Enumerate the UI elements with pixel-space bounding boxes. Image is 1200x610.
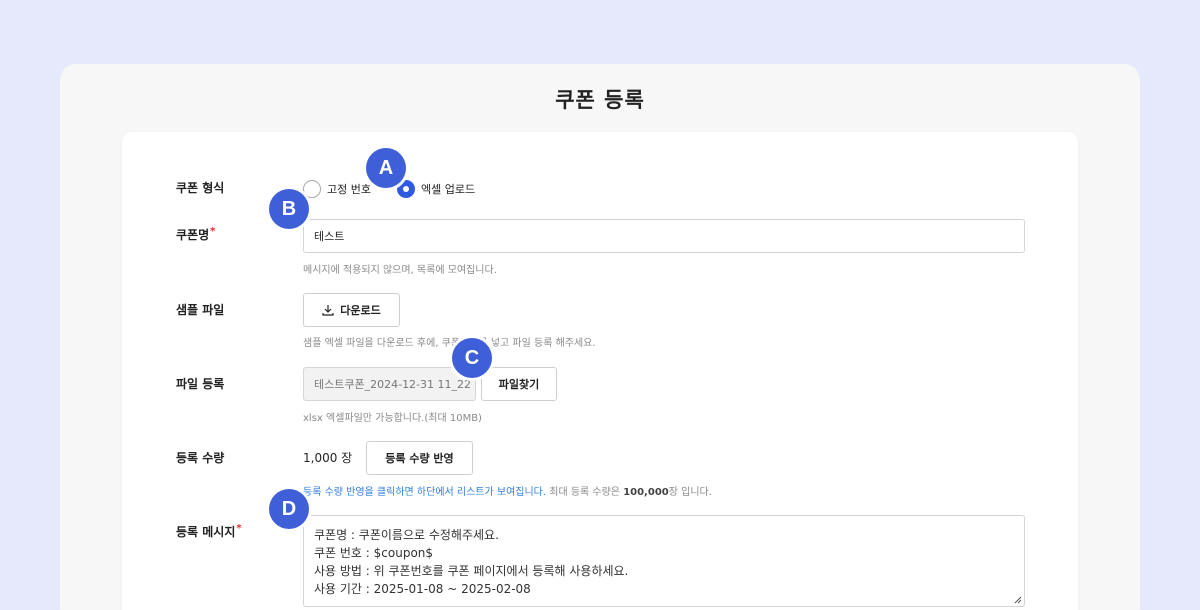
sample-file-help: 샘플 엑셀 파일을 다운로드 후에, 쿠폰번호를 넣고 파일 등록 해주세요. — [303, 338, 596, 349]
register-qty-label: 등록 수량 — [176, 451, 225, 465]
register-qty-help-link: 등록 수량 반영을 클릭하면 하단에서 리스트가 보여집니다. — [303, 487, 547, 498]
file-name-field: 테스트쿠폰_2024-12-31 11_22 — [303, 367, 476, 401]
coupon-name-help: 메시지에 적용되지 않으며, 목록에 모여집니다. — [303, 265, 497, 276]
radio-excel-upload[interactable] — [397, 180, 415, 198]
resize-handle-icon[interactable] — [1014, 596, 1022, 604]
required-mark: * — [210, 226, 216, 237]
find-file-button[interactable]: 파일찾기 — [481, 367, 557, 401]
page-title: 쿠폰 등록 — [555, 88, 645, 112]
download-button[interactable]: 다운로드 — [303, 293, 400, 327]
radio-fixed-number-label[interactable]: 고정 번호 — [327, 181, 371, 197]
register-qty-value: 1,000 장 — [303, 451, 353, 465]
download-icon — [322, 305, 334, 316]
file-register-label: 파일 등록 — [176, 377, 225, 391]
badge-c: C — [452, 338, 492, 378]
coupon-name-label: 쿠폰명* — [176, 226, 216, 242]
message-line: 쿠폰 번호 : $coupon$ — [314, 546, 434, 560]
badge-a: A — [366, 148, 406, 188]
sample-file-label: 샘플 파일 — [176, 303, 225, 317]
file-register-help: xlsx 엑셀파일만 가능합니다.(최대 10MB) — [303, 413, 482, 424]
badge-b: B — [269, 189, 309, 229]
message-line: 사용 방법 : 위 쿠폰번호를 쿠폰 페이지에서 등록해 사용하세요. — [314, 564, 629, 578]
badge-d: D — [269, 489, 309, 529]
radio-excel-upload-label[interactable]: 엑셀 업로드 — [421, 181, 475, 197]
message-line: 사용 기간 : 2025-01-08 ~ 2025-02-08 — [314, 582, 531, 596]
download-button-label: 다운로드 — [340, 304, 381, 317]
message-line: 쿠폰명 : 쿠폰이름으로 수정해주세요. — [314, 528, 499, 542]
register-message-textarea[interactable]: 쿠폰명 : 쿠폰이름으로 수정해주세요. 쿠폰 번호 : $coupon$ 사용… — [303, 515, 1025, 607]
coupon-name-input[interactable]: 테스트 — [303, 219, 1025, 253]
register-qty-help: 등록 수량 반영을 클릭하면 하단에서 리스트가 보여집니다. 최대 등록 수량… — [303, 487, 712, 498]
coupon-type-label: 쿠폰 형식 — [176, 181, 225, 195]
radio-fixed-number[interactable] — [303, 180, 321, 198]
apply-qty-button[interactable]: 등록 수량 반영 — [366, 441, 473, 475]
register-message-label: 등록 메시지* — [176, 523, 242, 539]
required-mark: * — [236, 523, 242, 534]
